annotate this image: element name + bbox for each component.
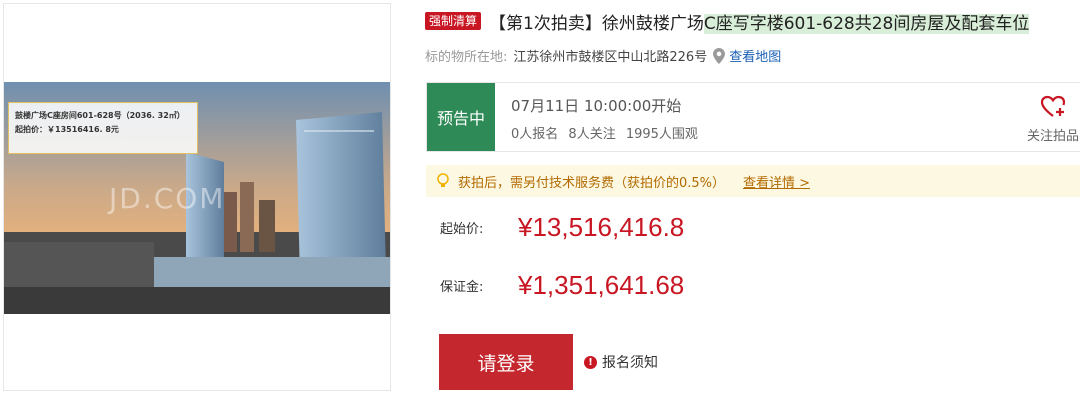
start-price-value: ¥13,516,416.8 xyxy=(518,212,685,242)
deposit-value: ¥1,351,641.68 xyxy=(518,270,685,300)
signup-notice-label: 报名须知 xyxy=(602,355,658,371)
viewer-count: 1995人围观 xyxy=(625,127,698,142)
service-fee-notice: 获拍后，需另付技术服务费（获拍价的0.5%） 查看详情 > xyxy=(426,165,1080,197)
title-highlight: C座写字楼601-628共28间房屋及配套车位 xyxy=(703,13,1030,34)
auction-status-panel: 预告中 07月11日 10:00:00开始 0人报名 8人关注 1995人围观 … xyxy=(426,82,1080,152)
map-pin-icon[interactable] xyxy=(713,47,726,64)
start-time: 07月11日 10:00:00开始 xyxy=(511,97,682,115)
follower-count: 8人关注 xyxy=(568,127,616,142)
lightbulb-icon xyxy=(436,173,450,189)
watermark: JD.COM xyxy=(109,182,226,215)
location-label: 标的物所在地: xyxy=(425,50,508,65)
notice-text: 获拍后，需另付技术服务费（获拍价的0.5%） xyxy=(458,175,726,191)
location-row: 标的物所在地: 江苏徐州市鼓楼区中山北路226号 查看地图 xyxy=(425,46,781,65)
product-image-frame[interactable]: 鼓楼广场C座房间601-628号（2036. 32㎡） 起拍价：￥1351641… xyxy=(3,3,391,391)
view-details-link[interactable]: 查看详情 > xyxy=(743,172,810,191)
location-value: 江苏徐州市鼓楼区中山北路226号 xyxy=(513,50,708,65)
caption-title: 鼓楼广场C座房间601-628号（2036. 32㎡） xyxy=(15,111,185,120)
status-tag: 预告中 xyxy=(427,83,495,151)
auction-title: 强制清算 【第1次拍卖】徐州鼓楼广场C座写字楼601-628共28间房屋及配套车… xyxy=(425,8,1030,34)
forced-liquidation-badge: 强制清算 xyxy=(425,12,482,30)
login-button[interactable]: 请登录 xyxy=(439,334,573,390)
heart-plus-icon xyxy=(1040,95,1066,123)
caption-price: 起拍价：￥13516416. 8元 xyxy=(15,125,119,134)
deposit-row: 保证金: ¥1,351,641.68 xyxy=(440,270,684,301)
deposit-label: 保证金: xyxy=(440,280,484,295)
view-map-link[interactable]: 查看地图 xyxy=(729,46,781,65)
follow-button[interactable]: 关注拍品 xyxy=(1023,95,1080,144)
start-price-row: 起始价: ¥13,516,416.8 xyxy=(440,212,684,243)
start-price-label: 起始价: xyxy=(440,222,484,237)
title-text: 【第1次拍卖】徐州鼓楼广场C座写字楼601-628共28间房屋及配套车位 xyxy=(489,9,1030,34)
follow-label: 关注拍品 xyxy=(1026,129,1079,144)
signup-notice-link[interactable]: ! 报名须知 xyxy=(584,352,658,372)
signup-count: 0人报名 xyxy=(511,127,559,142)
title-prefix: 【第1次拍卖】徐州鼓楼广场 xyxy=(489,13,704,34)
participation-counts: 0人报名 8人关注 1995人围观 xyxy=(511,123,704,142)
info-icon: ! xyxy=(584,355,597,369)
image-caption: 鼓楼广场C座房间601-628号（2036. 32㎡） 起拍价：￥1351641… xyxy=(8,102,198,154)
